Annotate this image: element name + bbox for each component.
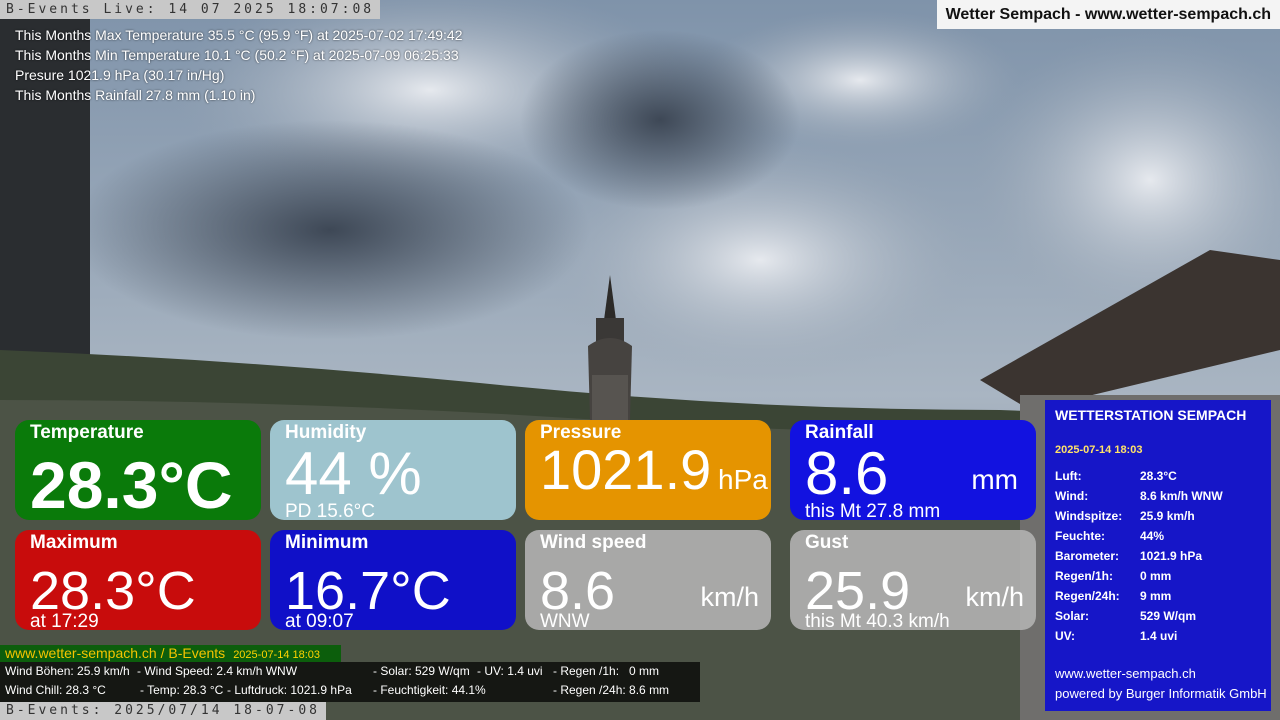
card-wind-speed: Wind speed 8.6 km/h WNW: [525, 530, 771, 630]
card-sub: PD 15.6°C: [285, 501, 375, 520]
card-unit: km/h: [965, 582, 1024, 612]
info-max-temp: This Months Max Temperature 35.5 °C (95.…: [15, 27, 463, 43]
ticker-wind-speed: - Wind Speed: 2.4 km/h WNW: [137, 664, 298, 678]
card-value: 8.6: [540, 561, 616, 621]
card-title: Gust: [805, 532, 849, 553]
station-value: 9 mm: [1140, 589, 1172, 603]
station-key: Luft:: [1055, 469, 1082, 483]
station-row: Barometer: 1021.9 hPa: [1055, 546, 1223, 566]
card-gust: Gust 25.9 km/h this Mt 40.3 km/h: [790, 530, 1036, 630]
station-key: Regen/1h:: [1055, 569, 1114, 583]
card-title: Wind speed: [540, 532, 647, 553]
station-panel: WETTERSTATION SEMPACH 2025-07-14 18:03 L…: [1045, 400, 1271, 711]
station-row: Regen/1h: 0 mm: [1055, 566, 1223, 586]
station-key: Solar:: [1055, 609, 1090, 623]
station-value: 28.3°C: [1140, 469, 1177, 483]
info-pressure: Presure 1021.9 hPa (30.17 in/Hg): [15, 67, 225, 83]
footer-link-bar: www.wetter-sempach.ch / B-Events 2025-07-…: [0, 645, 341, 662]
ticker-rain-24h: - Regen /24h: 8.6 mm: [553, 683, 670, 697]
station-row: UV: 1.4 uvi: [1055, 626, 1223, 646]
camera-timestamp-bottom: B-Events: 2025/07/14 18-07-08: [0, 702, 326, 720]
station-key: Windspitze:: [1055, 509, 1123, 523]
card-sub: at 17:29: [30, 611, 99, 630]
card-value: 28.3°C: [30, 448, 233, 520]
card-value: 8.6: [805, 440, 889, 507]
ticker-wind-gusts: Wind Böhen: 25.9 km/h: [5, 664, 130, 678]
card-temperature: Temperature 28.3°C: [15, 420, 261, 520]
station-site-link[interactable]: www.wetter-sempach.ch: [1055, 666, 1196, 681]
station-row: Solar: 529 W/qm: [1055, 606, 1223, 626]
station-value: 0 mm: [1140, 569, 1172, 583]
station-value: 529 W/qm: [1140, 609, 1197, 623]
ticker-uv: - UV: 1.4 uvi: [477, 664, 543, 678]
info-min-temp: This Months Min Temperature 10.1 °C (50.…: [15, 47, 459, 63]
card-sub: this Mt 40.3 km/h: [805, 611, 950, 630]
card-unit: hPa: [718, 464, 768, 495]
station-row: Wind: 8.6 km/h WNW: [1055, 486, 1223, 506]
station-key: Wind:: [1055, 489, 1089, 503]
card-sub: WNW: [540, 611, 590, 630]
card-title: Temperature: [30, 422, 144, 443]
card-value: 1021.9: [540, 438, 712, 501]
weather-ticker: Wind Böhen: 25.9 km/h - Wind Speed: 2.4 …: [0, 662, 700, 702]
station-row: Windspitze: 25.9 km/h: [1055, 506, 1223, 526]
ticker-humidity: - Feuchtigkeit: 44.1%: [373, 683, 486, 697]
card-value: 44 %: [285, 440, 422, 507]
card-pressure: Pressure 1021.9 hPa: [525, 420, 771, 520]
card-sub: this Mt 27.8 mm: [805, 501, 941, 520]
ticker-pressure: - Luftdruck: 1021.9 hPa: [227, 683, 352, 697]
ticker-rain-1h: - Regen /1h: 0 mm: [553, 664, 660, 678]
card-humidity: Humidity 44 % PD 15.6°C: [270, 420, 516, 520]
station-row: Regen/24h: 9 mm: [1055, 586, 1223, 606]
card-rainfall: Rainfall 8.6 mm this Mt 27.8 mm: [790, 420, 1036, 520]
card-unit: mm: [971, 464, 1018, 495]
station-value: 8.6 km/h WNW: [1140, 489, 1223, 503]
ticker-temp: - Temp: 28.3 °C: [140, 683, 224, 697]
station-key: Barometer:: [1055, 549, 1120, 563]
site-title: Wetter Sempach - www.wetter-sempach.ch: [936, 0, 1280, 29]
monthly-info: This Months Max Temperature 35.5 °C (95.…: [15, 25, 463, 105]
footer-site-link[interactable]: www.wetter-sempach.ch / B-Events: [5, 645, 225, 661]
ticker-solar: - Solar: 529 W/qm: [373, 664, 470, 678]
camera-timestamp-top: B-Events Live: 14 07 2025 18:07:08: [0, 0, 381, 19]
card-value: 16.7°C: [285, 561, 451, 621]
card-value: 25.9: [805, 561, 911, 621]
station-row: Luft: 28.3°C: [1055, 466, 1223, 486]
station-key: UV:: [1055, 629, 1076, 643]
ticker-wind-chill: Wind Chill: 28.3 °C: [5, 683, 106, 697]
station-readings: Luft: 28.3°C Wind: 8.6 km/h WNW Windspitze…: [1055, 466, 1223, 646]
card-minimum: Minimum 16.7°C at 09:07: [270, 530, 516, 630]
station-key: Feuchte:: [1055, 529, 1106, 543]
station-powered-by: powered by Burger Informatik GmbH: [1055, 686, 1267, 701]
station-title: WETTERSTATION SEMPACH: [1055, 407, 1247, 423]
station-row: Feuchte: 44%: [1055, 526, 1223, 546]
card-sub: at 09:07: [285, 611, 354, 630]
station-date: 2025-07-14 18:03: [1055, 444, 1143, 456]
card-value: 28.3°C: [30, 561, 196, 621]
station-key: Regen/24h:: [1055, 589, 1120, 603]
station-value: 44%: [1140, 529, 1165, 543]
station-value: 25.9 km/h: [1140, 509, 1195, 523]
station-value: 1.4 uvi: [1140, 629, 1178, 643]
card-maximum: Maximum 28.3°C at 17:29: [15, 530, 261, 630]
footer-date: 2025-07-14 18:03: [233, 649, 321, 661]
card-unit: km/h: [700, 582, 759, 612]
info-rainfall: This Months Rainfall 27.8 mm (1.10 in): [15, 87, 256, 103]
station-value: 1021.9 hPa: [1140, 549, 1203, 563]
card-title: Maximum: [30, 532, 118, 553]
card-title: Minimum: [285, 532, 369, 553]
